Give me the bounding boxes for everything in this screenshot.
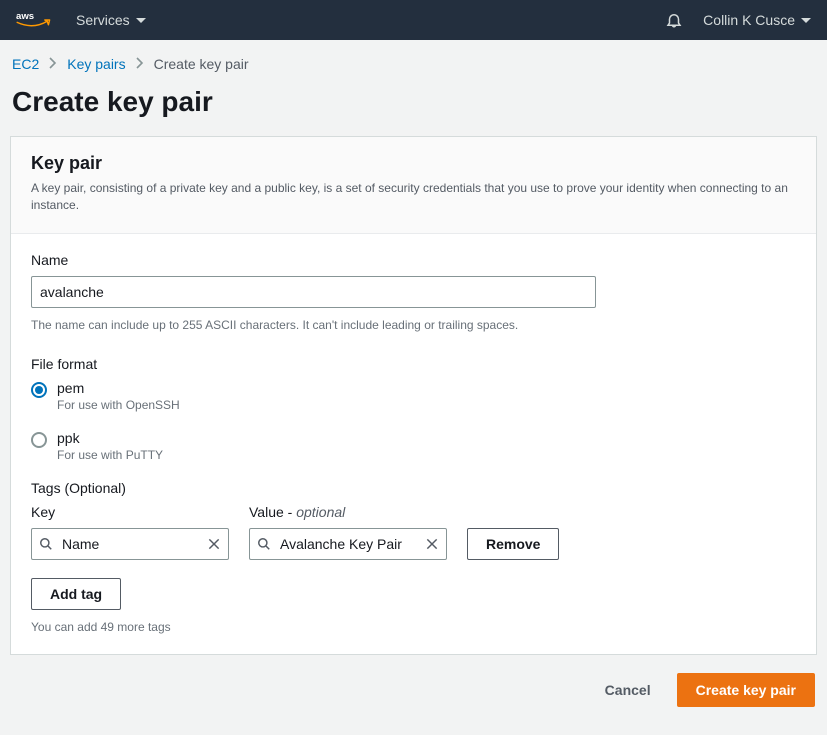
services-dropdown[interactable]: Services xyxy=(76,12,146,28)
aws-logo[interactable]: aws xyxy=(16,9,52,31)
radio-ppk-label: ppk xyxy=(57,430,163,446)
tag-key-input-wrap xyxy=(31,528,229,560)
tag-value-input-wrap xyxy=(249,528,447,560)
panel-header: Key pair A key pair, consisting of a pri… xyxy=(11,137,816,234)
breadcrumb-keypairs[interactable]: Key pairs xyxy=(67,56,125,72)
radio-pem-sub: For use with OpenSSH xyxy=(57,398,180,412)
svg-text:aws: aws xyxy=(16,11,34,22)
user-name: Collin K Cusce xyxy=(703,12,795,28)
cancel-button[interactable]: Cancel xyxy=(591,674,665,706)
tags-hint: You can add 49 more tags xyxy=(31,620,796,634)
keypair-panel: Key pair A key pair, consisting of a pri… xyxy=(10,136,817,655)
clear-icon[interactable] xyxy=(207,537,221,551)
tag-key-header: Key xyxy=(31,504,229,520)
remove-tag-button[interactable]: Remove xyxy=(467,528,559,560)
file-format-label: File format xyxy=(31,356,796,372)
top-nav: aws Services Collin K Cusce xyxy=(0,0,827,40)
notifications-icon[interactable] xyxy=(665,11,683,29)
add-tag-button[interactable]: Add tag xyxy=(31,578,121,610)
services-label: Services xyxy=(76,12,130,28)
chevron-right-icon xyxy=(136,56,144,72)
breadcrumb-ec2[interactable]: EC2 xyxy=(12,56,39,72)
breadcrumb: EC2 Key pairs Create key pair xyxy=(0,40,827,86)
chevron-down-icon xyxy=(801,18,811,23)
page-title: Create key pair xyxy=(0,86,827,136)
clear-icon[interactable] xyxy=(425,537,439,551)
panel-title: Key pair xyxy=(31,153,796,174)
radio-pem[interactable] xyxy=(31,382,47,398)
name-label: Name xyxy=(31,252,796,268)
radio-ppk[interactable] xyxy=(31,432,47,448)
chevron-right-icon xyxy=(49,56,57,72)
search-icon xyxy=(39,537,53,551)
name-input[interactable] xyxy=(31,276,596,308)
tag-value-header: Value - optional xyxy=(249,504,447,520)
tag-key-input[interactable] xyxy=(31,528,229,560)
chevron-down-icon xyxy=(136,18,146,23)
radio-ppk-sub: For use with PuTTY xyxy=(57,448,163,462)
tags-label: Tags (Optional) xyxy=(31,480,796,496)
user-dropdown[interactable]: Collin K Cusce xyxy=(703,12,811,28)
panel-description: A key pair, consisting of a private key … xyxy=(31,180,796,215)
footer-actions: Cancel Create key pair xyxy=(0,655,827,707)
create-keypair-button[interactable]: Create key pair xyxy=(677,673,815,707)
search-icon xyxy=(257,537,271,551)
tag-value-input[interactable] xyxy=(249,528,447,560)
breadcrumb-current: Create key pair xyxy=(154,56,249,72)
name-hint: The name can include up to 255 ASCII cha… xyxy=(31,318,796,332)
radio-pem-label: pem xyxy=(57,380,180,396)
